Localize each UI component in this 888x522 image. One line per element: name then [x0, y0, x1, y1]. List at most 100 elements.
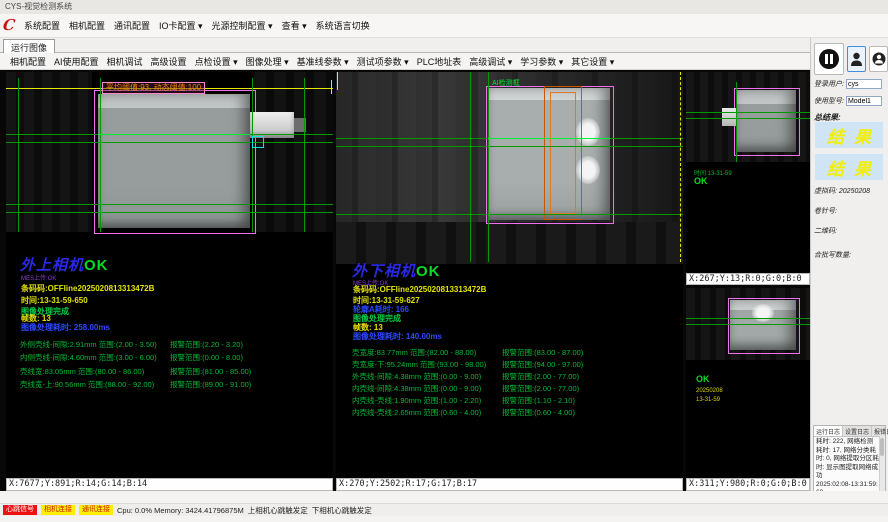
alarm-range: 报警范围:(81.00 - 85.00) [170, 366, 251, 379]
result-box-upper: 结果 [815, 122, 883, 148]
feature-marker-box [252, 136, 264, 148]
camera-view-small-bottom[interactable]: OK 20250208 13-31-59 [686, 288, 810, 478]
roi-green-vline [488, 72, 489, 262]
toolbar-item[interactable]: 学习参数 ▾ [520, 55, 563, 68]
measure-green-hline [686, 324, 810, 325]
camera-view-outer-lower[interactable]: AI检测框 外下相机OK MES上传:OK 条码码:OFFline2025020… [336, 72, 683, 478]
mes-status-line: MES上传:OK [21, 273, 56, 282]
model-input[interactable] [846, 96, 882, 106]
toolbar-item[interactable]: 高级设置 [151, 55, 187, 68]
login-user-input[interactable] [846, 79, 882, 89]
roi-green-vline [100, 78, 101, 232]
pixel-coord-readout-small-bottom: X:311;Y:980;R:0;G:0;B:0 [686, 478, 810, 491]
tab-strip: 运行图像 [0, 38, 810, 53]
pause-icon [818, 48, 840, 70]
user-icon [850, 51, 863, 67]
menu-item[interactable]: 系统配置 [24, 19, 60, 32]
log-scrollbar[interactable] [879, 436, 885, 491]
window-title: CYS-视觉检测系统 [5, 2, 72, 11]
pause-button[interactable] [814, 43, 844, 75]
reel-row: 卷针号: [814, 206, 837, 216]
roi-yellow-dashed-line [680, 72, 682, 262]
toolbar-item[interactable]: 其它设置 ▾ [571, 55, 614, 68]
sidebar-buttons [814, 43, 888, 75]
barcode-line: 条码码:OFFline2025020813313472B [21, 283, 154, 294]
roi-green-vline [252, 78, 253, 232]
ai-detect-orange-box-inner [550, 92, 576, 214]
operator-button[interactable] [869, 46, 888, 72]
toolbar-item[interactable]: 高级调试 ▾ [469, 55, 512, 68]
camera-link-badge: 相机连接 [41, 505, 75, 515]
toolbar-item[interactable]: 测试项参数 ▾ [357, 55, 409, 68]
measurement-value: 内壳线-间隙:4.38mm 范围:(0.00 - 9.00) [352, 383, 502, 395]
elapsed-line: 图像处理耗时: 140.00ms [353, 331, 442, 342]
toolbar-item[interactable]: PLC地址表 [417, 55, 462, 68]
coord-text: X:270;Y:2502;R:17;G:17;B:17 [339, 479, 477, 489]
roi-green-vline [304, 78, 305, 232]
app-window: CYS-视觉检测系统 C 系统配置相机配置通讯配置IO卡配置 ▾光源控制配置 ▾… [0, 0, 888, 522]
camera-view-outer-upper[interactable]: 平均阈值:93, 动态阈值:100 外上相机OK MES上传:OK 条码码:OF… [6, 72, 333, 478]
menu-item[interactable]: 通讯配置 [114, 19, 150, 32]
measure-green-hline [686, 112, 810, 113]
measurement-value: 内侧壳线-间隙:4.60mm 范围:(3.00 - 6.00) [20, 352, 170, 365]
alarm-range: 报警范围:(83.00 - 87.00) [502, 347, 583, 359]
camera-image-background [254, 72, 333, 232]
camera-view-small-top[interactable]: 时间:13-31-59 OK [686, 72, 810, 273]
log-tabs: 运行日志 设置日志 报错日志 [814, 426, 885, 437]
toolbar-item[interactable]: 相机调试 [107, 55, 143, 68]
measure-green-hline [686, 318, 810, 319]
menu-item[interactable]: 查看 ▾ [282, 19, 307, 32]
result-ok: OK [416, 263, 441, 280]
menu-item[interactable]: 系统语言切换 [316, 19, 370, 32]
reel-label: 卷针号: [814, 206, 837, 216]
pixel-coord-readout-middle: X:270;Y:2502;R:17;G:17;B:17 [336, 478, 683, 491]
log-scroll-thumb[interactable] [880, 438, 884, 456]
inspected-part [98, 94, 250, 228]
toolbar-item[interactable]: 点检设置 ▾ [195, 55, 238, 68]
measurement-value: 壳线宽-上:90.56mm 范围:(88.00 - 92.00) [20, 379, 170, 392]
reflection-highlight [752, 304, 774, 322]
alarm-range: 报警范围:(2.00 - 77.00) [502, 383, 579, 395]
measurement-value: 壳宽度-下:95.24mm 范围:(93.00 - 98.00) [352, 359, 502, 371]
measure-green-hline-bright [98, 134, 250, 135]
measurement-value: 外侧壳线-间隙:2.91mm 范围:(2.00 - 3.50) [20, 339, 170, 352]
menu-item[interactable]: 相机配置 [69, 19, 105, 32]
alarm-range: 报警范围:(2.20 - 3.20) [170, 339, 243, 352]
coord-text: X:7677;Y:891;R:14;G:14;B:14 [9, 479, 147, 489]
alarm-range: 报警范围:(1.10 - 2.10) [502, 395, 575, 407]
virtual-code-label: 虚拟码: 20250208 [814, 186, 870, 196]
alarm-range: 报警范围:(2.00 - 77.00) [502, 371, 579, 383]
bottom-area: 心跳信号 相机连接 通讯连接 Cpu: 0.0% Memory: 3424.41… [0, 491, 888, 522]
window-titlebar[interactable]: CYS-视觉检测系统 [0, 0, 888, 14]
log-tab-settings[interactable]: 设置日志 [843, 426, 872, 436]
ai-box-label: AI检测框 [492, 78, 520, 88]
log-panel: 运行日志 设置日志 报错日志 耗时: 222, 网络检测耗时: 17, 网络分类… [813, 425, 886, 492]
model-row: 使用型号: [814, 96, 882, 106]
toolbar-item[interactable]: 图像处理 ▾ [246, 55, 289, 68]
measurement-row: 壳宽度:83.77mm 范围:(82.00 - 88.00) 报警范围:(83.… [352, 347, 672, 359]
measurement-value: 外壳线-间隙:4.38mm 范围:(0.00 - 9.00) [352, 371, 502, 383]
toolbar-item[interactable]: 相机配置 [10, 55, 46, 68]
log-tab-run[interactable]: 运行日志 [814, 426, 843, 436]
toolbar-item[interactable]: AI使用配置 [54, 55, 99, 68]
measurement-row: 内壳线-壳线:1.90mm 范围:(1.00 - 2.20) 报警范围:(1.1… [352, 395, 672, 407]
roi-yellow-edge [337, 72, 338, 90]
camera-name: 外上相机 [20, 256, 84, 274]
menu-item[interactable]: IO卡配置 ▾ [159, 19, 203, 32]
login-user-row: 登录用户: [814, 79, 882, 89]
roi-green-vline [18, 78, 19, 232]
measure-green-hline [6, 212, 333, 213]
roi-green-vline [470, 72, 471, 262]
pixel-coord-readout-left: X:7677;Y:891;R:14;G:14;B:14 [6, 478, 333, 491]
login-user-button[interactable] [847, 46, 866, 72]
measurement-value: 内壳线-壳线:1.90mm 范围:(1.00 - 2.20) [352, 395, 502, 407]
toolbar-item[interactable]: 基准线参数 ▾ [297, 55, 349, 68]
coord-text: X:267;Y:13;R:0;G:0;B:0 [689, 274, 802, 284]
log-tab-error[interactable]: 报错日志 [872, 426, 888, 436]
measurement-value: 内壳线-壳线:2.65mm 范围:(0.60 - 4.00) [352, 407, 502, 419]
qr-label: 二维码: [814, 226, 837, 236]
measurement-row: 壳线宽-上:90.56mm 范围:(88.00 - 92.00) 报警范围:(8… [20, 379, 330, 392]
measurement-row: 内侧壳线-间隙:4.60mm 范围:(3.00 - 6.00) 报警范围:(0.… [20, 352, 330, 365]
barcode-line: 条码码:OFFline2025020813313472B [353, 284, 486, 295]
menu-item[interactable]: 光源控制配置 ▾ [212, 19, 273, 32]
